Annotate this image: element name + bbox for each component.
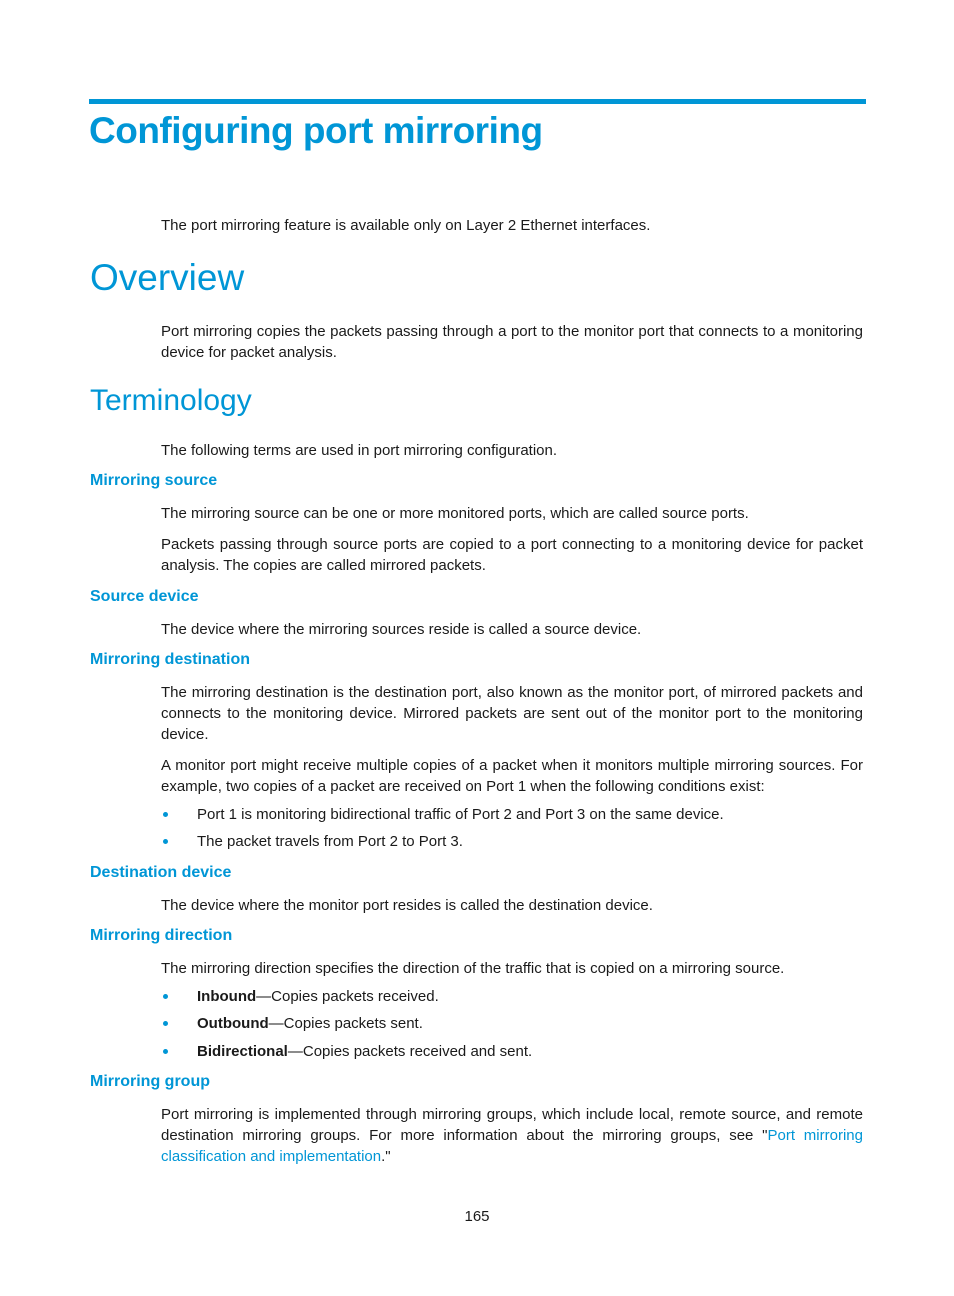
- page-number: 165: [464, 1208, 490, 1225]
- document-page: Configuring port mirroring The port mirr…: [0, 0, 954, 1296]
- term-inbound: Inbound: [197, 988, 257, 1005]
- section-heading-overview: Overview: [90, 257, 245, 298]
- paragraph-text: .": [381, 1148, 391, 1165]
- subheading-mirroring-destination: Mirroring destination: [90, 651, 250, 668]
- term-description: —Copies packets sent.: [268, 1015, 423, 1032]
- term-outbound: Outbound: [197, 1015, 269, 1032]
- subheading-destination-device: Destination device: [90, 864, 232, 881]
- term-description: —Copies packets received and sent.: [287, 1043, 533, 1060]
- mirroring-group-paragraph: Port mirroring is implemented through mi…: [161, 1104, 863, 1167]
- mirroring-direction-paragraph: The mirroring direction specifies the di…: [161, 960, 785, 977]
- bullet-icon: [163, 994, 168, 999]
- intro-note: The port mirroring feature is available …: [161, 217, 651, 234]
- source-device-paragraph: The device where the mirroring sources r…: [161, 621, 642, 638]
- section-heading-terminology: Terminology: [90, 384, 252, 417]
- bullet-icon: [163, 1049, 168, 1054]
- list-item-text: Port 1 is monitoring bidirectional traff…: [197, 806, 724, 823]
- overview-paragraph: Port mirroring copies the packets passin…: [161, 323, 863, 361]
- subheading-source-device: Source device: [90, 588, 199, 605]
- chapter-title: Configuring port mirroring: [89, 110, 543, 151]
- list-item-text: The packet travels from Port 2 to Port 3…: [197, 833, 463, 850]
- term-description: —Copies packets received.: [256, 988, 439, 1005]
- destination-device-paragraph: The device where the monitor port reside…: [161, 897, 653, 914]
- subheading-mirroring-group: Mirroring group: [90, 1073, 210, 1090]
- bullet-icon: [163, 1021, 168, 1026]
- bullet-icon: [163, 812, 168, 817]
- subheading-mirroring-source: Mirroring source: [90, 472, 218, 489]
- mirroring-destination-paragraph-2: A monitor port might receive multiple co…: [161, 757, 863, 795]
- chapter-top-rule: [89, 99, 866, 104]
- terminology-intro: The following terms are used in port mir…: [161, 442, 558, 459]
- mirroring-source-paragraph-2: Packets passing through source ports are…: [161, 536, 863, 574]
- mirroring-destination-paragraph-1: The mirroring destination is the destina…: [161, 684, 863, 743]
- bullet-icon: [163, 839, 168, 844]
- paragraph-text: Port mirroring is implemented through mi…: [161, 1106, 863, 1144]
- term-bidirectional: Bidirectional: [197, 1043, 288, 1060]
- subheading-mirroring-direction: Mirroring direction: [90, 927, 233, 944]
- mirroring-source-paragraph-1: The mirroring source can be one or more …: [161, 505, 749, 522]
